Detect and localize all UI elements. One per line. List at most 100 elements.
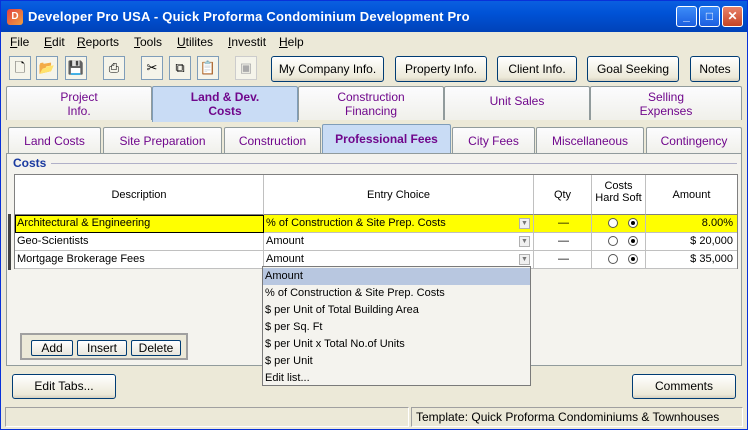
tab-selling-expenses[interactable]: Selling Expenses xyxy=(590,86,742,120)
table-row[interactable]: Architectural & Engineering % of Constru… xyxy=(15,215,737,233)
menu-reports[interactable]: Reports xyxy=(77,35,119,49)
property-info-button[interactable]: Property Info. xyxy=(395,56,487,82)
cell-costs xyxy=(592,215,646,233)
goal-seeking-button[interactable]: Goal Seeking xyxy=(587,56,679,82)
row-selector-marker xyxy=(8,214,11,270)
menu-utilites[interactable]: Utilites xyxy=(177,35,213,49)
cell-description[interactable]: Geo-Scientists xyxy=(15,233,264,251)
menu-help[interactable]: Help xyxy=(279,35,304,49)
tab-unit-sales-label: Unit Sales xyxy=(489,94,545,108)
menu-bar: File Edit Reports Tools Utilites Investi… xyxy=(1,32,747,52)
col-header-costs[interactable]: Costs Hard Soft xyxy=(592,175,646,215)
window-title: Developer Pro USA - Quick Proforma Condo… xyxy=(28,9,470,24)
cut-icon[interactable]: ✂ xyxy=(141,56,163,80)
cell-amount[interactable]: $ 35,000 xyxy=(646,251,737,269)
comments-button[interactable]: Comments xyxy=(632,374,736,399)
soft-cost-radio[interactable] xyxy=(627,236,638,247)
tab-unit-sales[interactable]: Unit Sales xyxy=(444,86,590,120)
subtab-contingency[interactable]: Contingency xyxy=(646,127,742,154)
menu-tools-label: ools xyxy=(140,35,163,49)
subtab-site-preparation[interactable]: Site Preparation xyxy=(103,127,222,154)
dropdown-option-percent-construction[interactable]: % of Construction & Site Prep. Costs xyxy=(263,285,530,302)
print-icon[interactable]: ⎙ xyxy=(103,56,125,80)
client-info-button[interactable]: Client Info. xyxy=(497,56,577,82)
menu-edit[interactable]: Edit xyxy=(44,35,65,49)
tab-construction-financing-line1: Construction xyxy=(337,90,405,104)
copy-icon[interactable]: ⧉ xyxy=(169,56,191,80)
dropdown-option-amount[interactable]: Amount xyxy=(263,268,530,285)
minimize-button[interactable]: _ xyxy=(676,6,697,27)
menu-file-label: ile xyxy=(17,35,30,49)
my-company-info-button[interactable]: My Company Info. xyxy=(271,56,384,82)
col-header-costs-line2: Hard Soft xyxy=(595,192,642,204)
subtab-land-costs[interactable]: Land Costs xyxy=(8,127,101,154)
edit-tabs-button[interactable]: Edit Tabs... xyxy=(12,374,116,399)
subtab-professional-fees[interactable]: Professional Fees xyxy=(322,124,451,154)
entry-choice-value: % of Construction & Site Prep. Costs xyxy=(266,217,446,229)
cell-entry-choice[interactable]: Amount ▼ xyxy=(264,233,534,251)
cell-entry-choice[interactable]: % of Construction & Site Prep. Costs ▼ xyxy=(264,215,534,233)
menu-investit[interactable]: Investit xyxy=(228,35,266,49)
cell-amount[interactable]: 8.00% xyxy=(646,215,737,233)
col-header-description[interactable]: Description xyxy=(15,175,264,215)
delete-button[interactable]: Delete xyxy=(131,340,181,356)
dropdown-option-per-sqft[interactable]: $ per Sq. Ft xyxy=(263,319,530,336)
cell-description[interactable]: Mortgage Brokerage Fees xyxy=(15,251,264,269)
app-window: D Developer Pro USA - Quick Proforma Con… xyxy=(0,0,748,430)
dropdown-option-per-unit-total-units[interactable]: $ per Unit x Total No.of Units xyxy=(263,336,530,353)
entry-choice-value: Amount xyxy=(266,235,304,247)
col-header-entry-choice[interactable]: Entry Choice xyxy=(264,175,534,215)
menu-utilites-label: tilites xyxy=(185,35,214,49)
chevron-down-icon[interactable]: ▼ xyxy=(519,254,530,265)
hard-cost-radio[interactable] xyxy=(607,218,618,229)
tab-land-dev-costs-line1: Land & Dev. xyxy=(190,90,260,104)
hard-cost-radio[interactable] xyxy=(607,254,618,265)
dropdown-option-per-unit-building-area[interactable]: $ per Unit of Total Building Area xyxy=(263,302,530,319)
chevron-down-icon[interactable]: ▼ xyxy=(519,218,530,229)
status-bar: Template: Quick Proforma Condominiums & … xyxy=(5,407,743,427)
open-folder-icon[interactable]: 📂 xyxy=(36,56,58,80)
add-button[interactable]: Add xyxy=(31,340,73,356)
cell-qty[interactable]: — xyxy=(534,215,592,233)
subtab-construction[interactable]: Construction xyxy=(224,127,321,154)
subtab-miscellaneous[interactable]: Miscellaneous xyxy=(536,127,644,154)
cell-qty[interactable]: — xyxy=(534,251,592,269)
col-header-qty[interactable]: Qty xyxy=(534,175,592,215)
new-file-icon[interactable]: 🗋 xyxy=(9,56,31,80)
insert-button[interactable]: Insert xyxy=(77,340,127,356)
menu-tools[interactable]: Tools xyxy=(134,35,162,49)
tab-project-info-line1: Project xyxy=(60,90,98,104)
calculator-icon: ▣ xyxy=(235,56,257,80)
hard-cost-radio[interactable] xyxy=(607,236,618,247)
cell-amount[interactable]: $ 20,000 xyxy=(646,233,737,251)
sub-tab-bar: Land Costs Site Preparation Construction… xyxy=(6,124,742,154)
table-row[interactable]: Geo-Scientists Amount ▼ — $ 20,000 xyxy=(15,233,737,251)
soft-cost-radio[interactable] xyxy=(627,254,638,265)
status-panel-left xyxy=(5,407,409,427)
dropdown-option-per-unit[interactable]: $ per Unit xyxy=(263,353,530,370)
tab-construction-financing-line2: Financing xyxy=(344,104,398,118)
soft-cost-radio[interactable] xyxy=(627,218,638,229)
cell-description[interactable]: Architectural & Engineering xyxy=(15,215,264,233)
chevron-down-icon[interactable]: ▼ xyxy=(519,236,530,247)
costs-group-title: Costs xyxy=(13,156,47,170)
menu-reports-accel: R xyxy=(77,35,86,49)
paste-icon[interactable]: 📋 xyxy=(197,56,219,80)
tab-selling-expenses-line2: Expenses xyxy=(639,104,693,118)
dropdown-option-edit-list[interactable]: Edit list... xyxy=(263,370,530,387)
row-actions-group: Add Insert Delete xyxy=(20,333,188,360)
maximize-button[interactable]: □ xyxy=(699,6,720,27)
title-bar[interactable]: D Developer Pro USA - Quick Proforma Con… xyxy=(1,1,747,32)
app-logo-icon: D xyxy=(7,9,23,25)
menu-file[interactable]: File xyxy=(10,35,29,49)
tab-construction-financing[interactable]: Construction Financing xyxy=(298,86,444,120)
save-disk-icon[interactable]: 💾 xyxy=(65,56,87,80)
tab-land-dev-costs[interactable]: Land & Dev. Costs xyxy=(152,86,298,122)
col-header-amount[interactable]: Amount xyxy=(646,175,737,215)
tab-selling-expenses-line1: Selling xyxy=(647,90,685,104)
notes-button[interactable]: Notes xyxy=(690,56,740,82)
cell-qty[interactable]: — xyxy=(534,233,592,251)
subtab-city-fees[interactable]: City Fees xyxy=(452,127,535,154)
tab-project-info[interactable]: Project Info. xyxy=(6,86,152,120)
close-button[interactable]: ✕ xyxy=(722,6,743,27)
